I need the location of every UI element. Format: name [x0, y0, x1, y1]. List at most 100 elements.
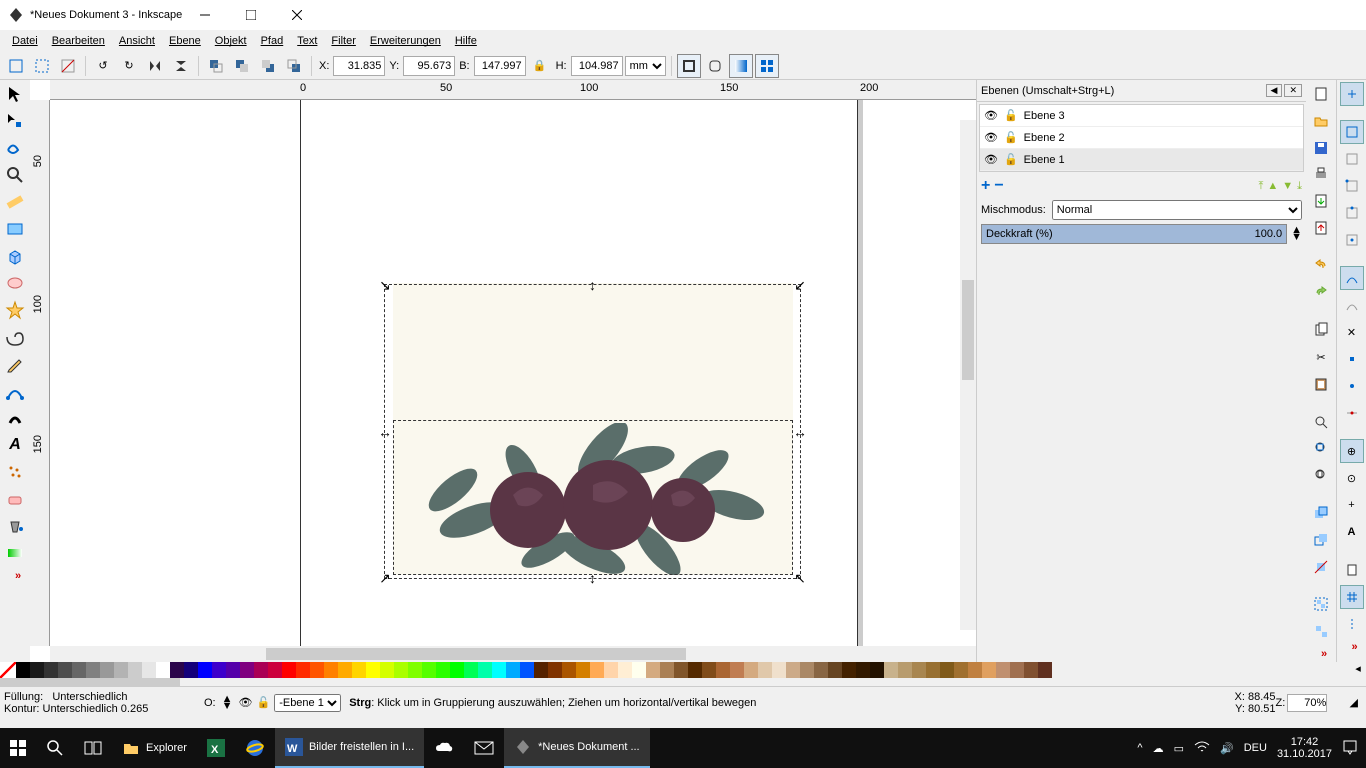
swatch[interactable]: [716, 662, 730, 678]
swatch[interactable]: [1038, 662, 1052, 678]
swatch[interactable]: [72, 662, 86, 678]
zoom-page-icon[interactable]: [1309, 463, 1333, 487]
swatch[interactable]: [954, 662, 968, 678]
import-icon[interactable]: [1309, 189, 1333, 213]
cut-icon[interactable]: ✂: [1309, 345, 1333, 369]
tray-onedrive-icon[interactable]: ☁: [1153, 742, 1164, 755]
snap-bbox-edge-icon[interactable]: [1340, 147, 1364, 171]
menu-help[interactable]: Hilfe: [449, 33, 483, 49]
swatch[interactable]: [394, 662, 408, 678]
fill-value[interactable]: Unterschiedlich: [52, 691, 127, 703]
zoom-fit-icon[interactable]: [1309, 410, 1333, 434]
tray-wifi-icon[interactable]: [1194, 741, 1210, 756]
swatch[interactable]: [1024, 662, 1038, 678]
menu-extensions[interactable]: Erweiterungen: [364, 33, 447, 49]
menu-view[interactable]: Ansicht: [113, 33, 161, 49]
tray-time[interactable]: 17:42: [1277, 736, 1332, 748]
swatch[interactable]: [870, 662, 884, 678]
unlink-clone-icon[interactable]: [1309, 555, 1333, 579]
tray-volume-icon[interactable]: 🔊: [1220, 742, 1234, 755]
opacity-spinner-status[interactable]: ▲▼: [222, 696, 233, 710]
transform-pattern-icon[interactable]: [755, 54, 779, 78]
spray-tool-icon[interactable]: [3, 460, 27, 484]
swatch[interactable]: [926, 662, 940, 678]
menu-text[interactable]: Text: [291, 33, 323, 49]
swatch[interactable]: [366, 662, 380, 678]
gradient-tool-icon[interactable]: [3, 541, 27, 565]
select-all-layers-icon[interactable]: [4, 54, 28, 78]
swatch[interactable]: [436, 662, 450, 678]
snap-node-icon[interactable]: [1340, 266, 1364, 290]
swatch[interactable]: [618, 662, 632, 678]
tray-lang[interactable]: DEU: [1244, 742, 1267, 754]
swatch[interactable]: [562, 662, 576, 678]
swatch[interactable]: [968, 662, 982, 678]
snap-bbox-center-icon[interactable]: [1340, 228, 1364, 252]
snap-midpoint-icon[interactable]: [1340, 401, 1364, 425]
swatch[interactable]: [268, 662, 282, 678]
paste-icon[interactable]: [1309, 372, 1333, 396]
swatch[interactable]: [520, 662, 534, 678]
tray-chevron-icon[interactable]: ^: [1137, 742, 1142, 754]
swatch[interactable]: [506, 662, 520, 678]
swatch[interactable]: [982, 662, 996, 678]
snap-rotation-icon[interactable]: +: [1340, 493, 1364, 517]
blend-select[interactable]: Normal: [1052, 200, 1302, 220]
layer-row[interactable]: 👁 🔓 Ebene 2: [980, 127, 1303, 149]
opacity-spinner[interactable]: ▲▼: [1291, 227, 1302, 241]
snap-enable-icon[interactable]: [1340, 82, 1364, 106]
measure-tool-icon[interactable]: [3, 190, 27, 214]
snap-smooth-icon[interactable]: [1340, 374, 1364, 398]
menu-object[interactable]: Objekt: [209, 33, 253, 49]
menu-filter[interactable]: Filter: [325, 33, 361, 49]
bezier-tool-icon[interactable]: [3, 379, 27, 403]
handle-nw[interactable]: ↘: [378, 278, 392, 292]
tray-date[interactable]: 31.10.2017: [1277, 748, 1332, 760]
menu-path[interactable]: Pfad: [255, 33, 290, 49]
visibility-icon[interactable]: 👁: [984, 153, 998, 166]
h-input[interactable]: [571, 56, 623, 76]
transform-stroke-icon[interactable]: [677, 54, 701, 78]
layer-bottom-icon[interactable]: ⤓: [1297, 180, 1302, 193]
add-layer-icon[interactable]: +: [981, 177, 990, 195]
swatch[interactable]: [450, 662, 464, 678]
handle-sw[interactable]: ↗: [378, 571, 392, 585]
snap-overflow-icon[interactable]: »: [1345, 639, 1357, 655]
swatch[interactable]: [786, 662, 800, 678]
swatch[interactable]: [576, 662, 590, 678]
swatch[interactable]: [184, 662, 198, 678]
swatch[interactable]: [828, 662, 842, 678]
menu-edit[interactable]: Bearbeiten: [46, 33, 111, 49]
group-icon[interactable]: [1309, 593, 1333, 617]
open-icon[interactable]: [1309, 109, 1333, 133]
y-input[interactable]: [403, 56, 455, 76]
swatch[interactable]: [702, 662, 716, 678]
snap-intersection-icon[interactable]: ✕: [1340, 320, 1364, 344]
swatch[interactable]: [730, 662, 744, 678]
commands-overflow-icon[interactable]: »: [1315, 646, 1327, 662]
swatch[interactable]: [212, 662, 226, 678]
lock-icon[interactable]: 🔓: [1004, 153, 1018, 166]
swatch[interactable]: [310, 662, 324, 678]
swatch[interactable]: [604, 662, 618, 678]
eraser-tool-icon[interactable]: [3, 487, 27, 511]
swatch[interactable]: [534, 662, 548, 678]
tweak-tool-icon[interactable]: [3, 136, 27, 160]
swatch[interactable]: [800, 662, 814, 678]
handle-n[interactable]: ↕: [586, 278, 600, 292]
lock-ratio-icon[interactable]: 🔒: [528, 54, 552, 78]
snap-grid-icon[interactable]: [1340, 585, 1364, 609]
swatch[interactable]: [156, 662, 170, 678]
swatch[interactable]: [380, 662, 394, 678]
snap-center-icon[interactable]: ⊙: [1340, 466, 1364, 490]
box3d-tool-icon[interactable]: [3, 244, 27, 268]
transform-corners-icon[interactable]: [703, 54, 727, 78]
palette-scrollbar[interactable]: [0, 678, 1366, 686]
task-view-icon[interactable]: [74, 728, 112, 768]
swatch[interactable]: [898, 662, 912, 678]
swatch[interactable]: [912, 662, 926, 678]
swatch[interactable]: [674, 662, 688, 678]
ungroup-icon[interactable]: [1309, 619, 1333, 643]
swatch[interactable]: [86, 662, 100, 678]
rotate-cw-icon[interactable]: ↻: [117, 54, 141, 78]
